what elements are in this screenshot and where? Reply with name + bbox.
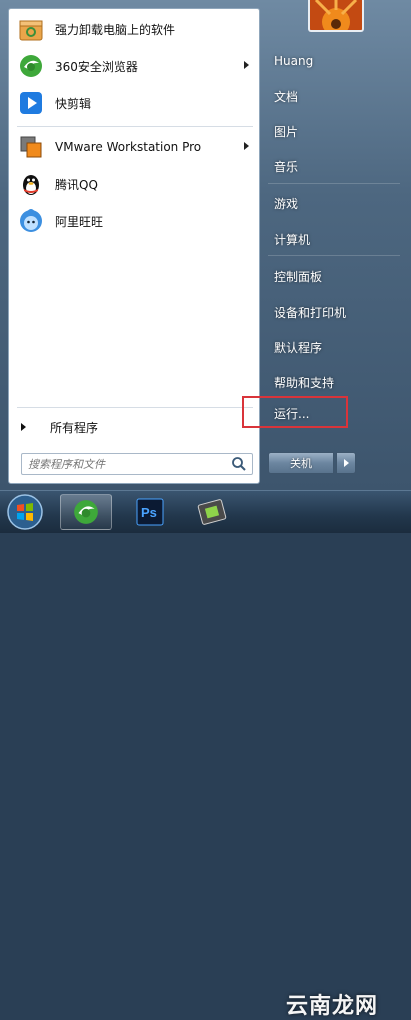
program-label: 阿里旺旺 bbox=[55, 214, 104, 229]
submenu-arrow-icon[interactable] bbox=[244, 142, 249, 150]
360-browser-icon bbox=[74, 500, 98, 524]
program-label: 强力卸载电脑上的软件 bbox=[55, 22, 176, 37]
pictures-link[interactable]: 图片 bbox=[266, 119, 406, 143]
user-avatar[interactable] bbox=[308, 0, 364, 32]
divider bbox=[17, 407, 253, 408]
program-item-vmware[interactable]: VMware Workstation Pro bbox=[11, 129, 257, 165]
games-link[interactable]: 游戏 bbox=[266, 191, 406, 215]
divider bbox=[268, 183, 400, 184]
program-label: 360安全浏览器 bbox=[55, 59, 138, 74]
windows-logo-icon bbox=[7, 494, 43, 530]
aliwangwang-icon bbox=[17, 207, 45, 235]
program-item-360-browser[interactable]: 360安全浏览器 bbox=[11, 48, 257, 84]
svg-text:Ps: Ps bbox=[141, 505, 157, 520]
divider bbox=[17, 126, 253, 127]
program-item-qq[interactable]: 腾讯QQ bbox=[11, 166, 257, 202]
vmware-icon bbox=[17, 133, 45, 161]
run-highlight-box bbox=[242, 396, 348, 428]
user-folder-link[interactable]: Huang bbox=[266, 49, 406, 73]
qq-penguin-icon bbox=[17, 170, 45, 198]
photoshop-icon: Ps bbox=[136, 498, 164, 526]
expand-arrow-icon bbox=[21, 423, 26, 431]
program-label: 腾讯QQ bbox=[55, 177, 98, 192]
submenu-arrow-icon[interactable] bbox=[244, 61, 249, 69]
chevron-right-icon bbox=[343, 459, 349, 467]
all-programs-label: 所有程序 bbox=[50, 420, 99, 435]
taskbar-photoshop[interactable]: Ps bbox=[124, 494, 176, 530]
search-input[interactable] bbox=[22, 454, 230, 474]
video-editor-play-icon bbox=[17, 89, 45, 117]
search-icon[interactable] bbox=[230, 455, 248, 473]
program-item-uninstaller[interactable]: 强力卸载电脑上的软件 bbox=[11, 11, 257, 47]
help-support-link[interactable]: 帮助和支持 bbox=[266, 370, 406, 394]
shutdown-button[interactable]: 关机 bbox=[268, 452, 334, 474]
watermark: 云南龙网 bbox=[285, 993, 378, 1019]
app-icon bbox=[197, 499, 227, 525]
default-programs-link[interactable]: 默认程序 bbox=[266, 335, 406, 359]
divider bbox=[268, 255, 400, 256]
control-panel-link[interactable]: 控制面板 bbox=[266, 264, 406, 288]
taskbar-360-browser[interactable] bbox=[60, 494, 112, 530]
start-menu: 强力卸载电脑上的软件 360安全浏览器 快剪辑 VMware Workstati… bbox=[0, 0, 411, 490]
music-link[interactable]: 音乐 bbox=[266, 154, 406, 178]
shutdown-options-button[interactable] bbox=[336, 452, 356, 474]
program-label: VMware Workstation Pro bbox=[55, 140, 202, 154]
devices-printers-link[interactable]: 设备和打印机 bbox=[266, 300, 406, 324]
taskbar-app[interactable] bbox=[186, 494, 238, 530]
program-item-kuaijianji[interactable]: 快剪辑 bbox=[11, 85, 257, 121]
uninstaller-box-icon bbox=[17, 15, 45, 43]
computer-link[interactable]: 计算机 bbox=[266, 227, 406, 251]
programs-panel: 强力卸载电脑上的软件 360安全浏览器 快剪辑 VMware Workstati… bbox=[8, 8, 260, 484]
taskbar: Ps 云南龙网 bbox=[0, 490, 411, 1019]
start-orb-button[interactable] bbox=[4, 492, 46, 532]
360-browser-icon bbox=[17, 52, 45, 80]
program-label: 快剪辑 bbox=[55, 96, 92, 111]
documents-link[interactable]: 文档 bbox=[266, 84, 406, 108]
search-box[interactable] bbox=[21, 453, 253, 475]
program-item-aliwangwang[interactable]: 阿里旺旺 bbox=[11, 203, 257, 239]
all-programs-button[interactable]: 所有程序 bbox=[19, 417, 98, 437]
